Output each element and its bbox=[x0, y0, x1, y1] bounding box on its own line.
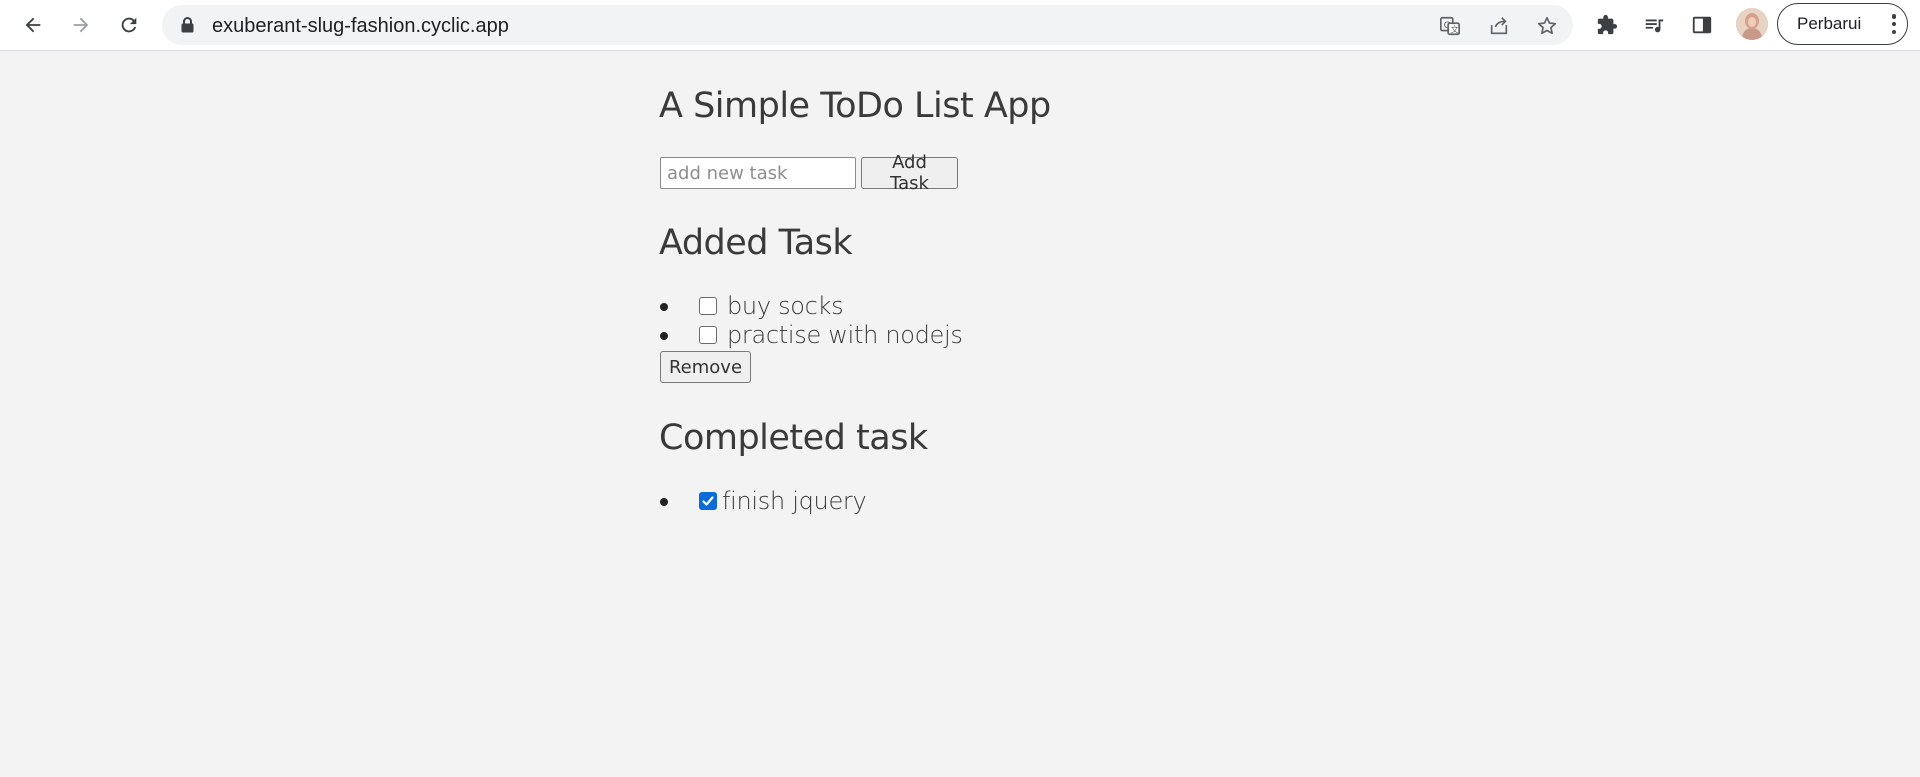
media-control-button[interactable] bbox=[1635, 6, 1673, 44]
bullet bbox=[660, 498, 668, 506]
star-icon[interactable] bbox=[1535, 14, 1559, 38]
share-icon[interactable] bbox=[1487, 14, 1511, 38]
completed-task-checkbox[interactable] bbox=[699, 492, 717, 510]
arrow-left-icon bbox=[25, 17, 41, 33]
side-panel-icon bbox=[1692, 16, 1712, 34]
reload-icon bbox=[121, 17, 137, 33]
bullet bbox=[660, 332, 668, 340]
kebab-menu-icon bbox=[1891, 14, 1897, 34]
task-checkbox[interactable] bbox=[699, 297, 717, 315]
task-label: buy socks bbox=[727, 292, 844, 320]
svg-text:文: 文 bbox=[1450, 24, 1458, 34]
page-title: A Simple ToDo List App bbox=[659, 86, 1051, 126]
add-task-button[interactable]: Add Task bbox=[861, 152, 958, 194]
checkmark-icon bbox=[702, 496, 714, 506]
side-panel-button[interactable] bbox=[1683, 6, 1721, 44]
update-browser-button[interactable]: Perbarui bbox=[1777, 3, 1908, 45]
bullet bbox=[660, 303, 668, 311]
forward-button[interactable] bbox=[62, 6, 100, 44]
lock-icon bbox=[180, 17, 194, 33]
reload-button[interactable] bbox=[110, 6, 148, 44]
address-bar[interactable]: exuberant-slug-fashion.cyclic.app G文 bbox=[162, 5, 1573, 45]
arrow-right-icon bbox=[73, 17, 89, 33]
added-task-heading: Added Task bbox=[659, 223, 853, 263]
back-button[interactable] bbox=[14, 6, 52, 44]
update-button-label: Perbarui bbox=[1797, 14, 1862, 33]
extensions-button[interactable] bbox=[1588, 6, 1626, 44]
completed-task-label: finish jquery bbox=[722, 487, 867, 515]
new-task-input[interactable] bbox=[660, 157, 856, 189]
puzzle-icon bbox=[1597, 14, 1618, 35]
browser-toolbar: exuberant-slug-fashion.cyclic.app G文 Per… bbox=[0, 0, 1920, 51]
task-label: practise with nodejs bbox=[727, 321, 963, 349]
remove-button[interactable]: Remove bbox=[660, 351, 751, 383]
task-checkbox[interactable] bbox=[699, 326, 717, 344]
translate-icon[interactable]: G文 bbox=[1438, 14, 1462, 38]
profile-avatar[interactable] bbox=[1736, 8, 1768, 40]
completed-task-heading: Completed task bbox=[659, 418, 928, 458]
playlist-icon bbox=[1645, 19, 1664, 33]
url-text: exuberant-slug-fashion.cyclic.app bbox=[212, 15, 509, 37]
